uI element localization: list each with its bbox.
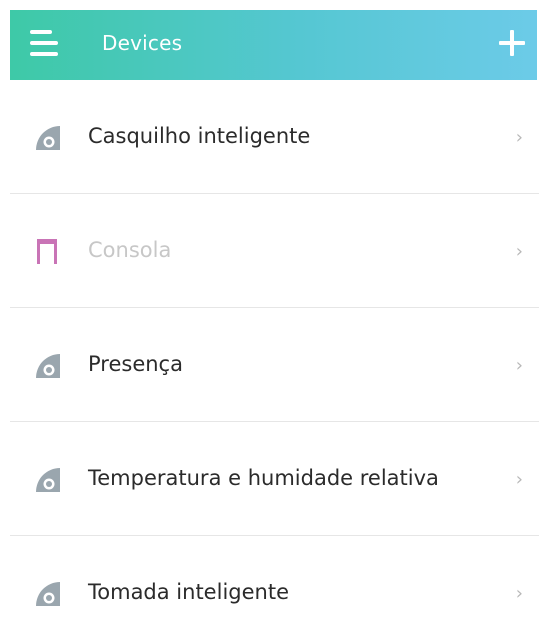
chevron-right-icon: › xyxy=(515,355,523,376)
device-label: Temperatura e humidade relativa xyxy=(88,466,439,490)
page-title: Devices xyxy=(102,31,183,55)
device-generic-icon xyxy=(36,354,60,378)
device-row-tomada-inteligente[interactable]: Tomada inteligente › xyxy=(10,536,539,644)
device-row-casquilho-inteligente[interactable]: Casquilho inteligente › xyxy=(10,80,539,194)
chevron-right-icon: › xyxy=(515,469,523,490)
top-app-bar: Devices xyxy=(10,10,537,80)
device-label: Consola xyxy=(88,238,172,262)
device-generic-icon xyxy=(36,468,60,492)
hamburger-menu-icon[interactable] xyxy=(30,30,58,56)
console-device-icon xyxy=(37,239,57,264)
device-label: Presença xyxy=(88,352,183,376)
devices-screen: Devices Casquilho inteligente › Consola … xyxy=(0,0,539,644)
chevron-right-icon: › xyxy=(515,127,523,148)
device-row-presenca[interactable]: Presença › xyxy=(10,308,539,422)
device-generic-icon xyxy=(36,126,60,150)
device-row-temperatura-humidade[interactable]: Temperatura e humidade relativa › xyxy=(10,422,539,536)
device-row-consola[interactable]: Consola › xyxy=(10,194,539,308)
add-device-button[interactable] xyxy=(499,30,525,56)
device-generic-icon xyxy=(36,582,60,606)
chevron-right-icon: › xyxy=(515,583,523,604)
device-list: Casquilho inteligente › Consola › Presen… xyxy=(10,80,539,644)
device-label: Tomada inteligente xyxy=(88,580,289,604)
device-label: Casquilho inteligente xyxy=(88,124,311,148)
chevron-right-icon: › xyxy=(515,241,523,262)
